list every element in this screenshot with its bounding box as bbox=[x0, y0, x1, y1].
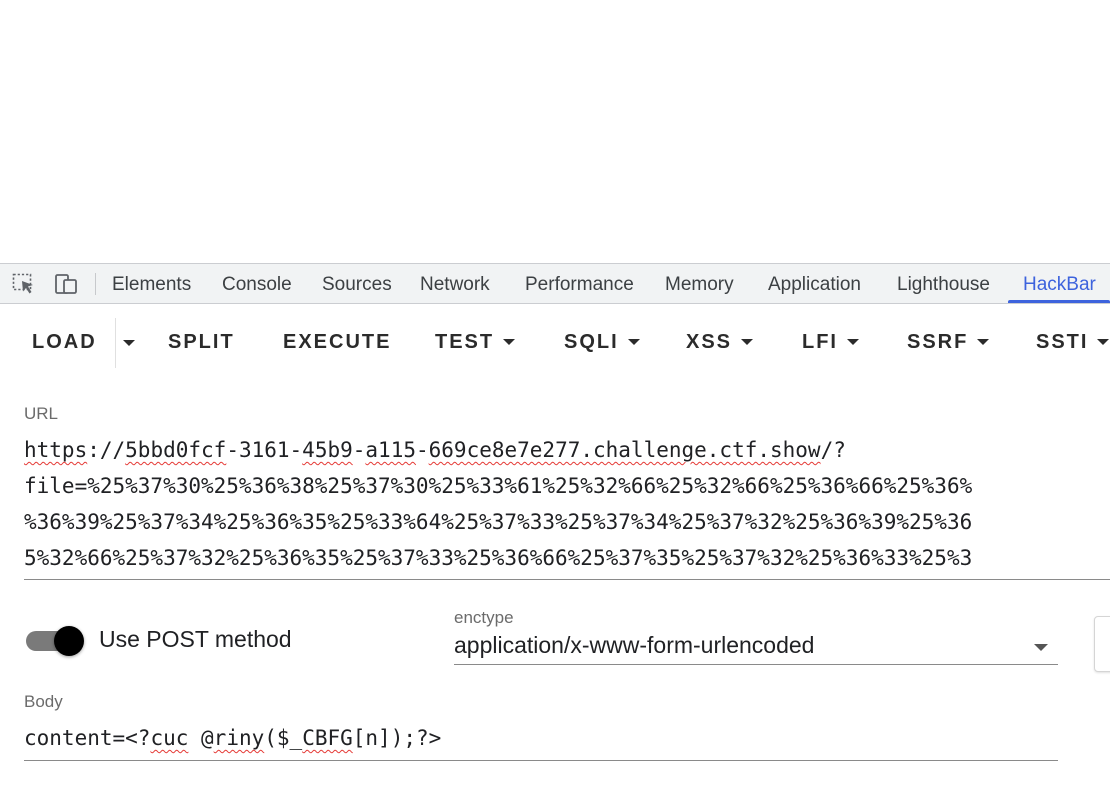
add-header-card[interactable] bbox=[1094, 616, 1110, 672]
body-label: Body bbox=[24, 692, 63, 711]
chevron-down-icon bbox=[1097, 339, 1110, 345]
chevron-down-icon bbox=[503, 339, 516, 345]
sqli-menu-button[interactable]: SQLI bbox=[564, 326, 640, 358]
tab-lighthouse[interactable]: Lighthouse bbox=[897, 264, 990, 303]
xss-menu-label: XSS bbox=[686, 331, 733, 353]
execute-button[interactable]: EXECUTE bbox=[283, 326, 391, 358]
split-button[interactable]: SPLIT bbox=[168, 326, 235, 358]
url-label: URL bbox=[24, 404, 59, 423]
post-method-toggle[interactable] bbox=[26, 626, 84, 656]
ssti-menu-label: SSTI bbox=[1036, 331, 1089, 353]
tab-performance[interactable]: Performance bbox=[525, 264, 634, 303]
url-line-1: https://5bbd0fcf-3161-45b9-a115-669ce8e7… bbox=[24, 438, 846, 462]
execute-button-label: EXECUTE bbox=[283, 331, 392, 353]
body-line-1: content=<?cuc @riny($_CBFG[n]);?> bbox=[24, 726, 442, 750]
active-tab-indicator bbox=[1008, 300, 1110, 303]
ssrf-menu-button[interactable]: SSRF bbox=[907, 326, 990, 358]
chevron-down-icon bbox=[741, 339, 754, 345]
chevron-down-icon bbox=[627, 339, 640, 345]
device-toolbar-icon[interactable] bbox=[54, 273, 78, 295]
enctype-label: enctype bbox=[454, 608, 514, 627]
tab-application[interactable]: Application bbox=[768, 264, 861, 303]
tab-hackbar[interactable]: HackBar bbox=[1023, 264, 1096, 303]
toggle-thumb bbox=[54, 626, 84, 656]
chevron-down-icon bbox=[1034, 644, 1048, 651]
url-line-3: %36%39%25%37%34%25%36%35%25%33%64%25%37%… bbox=[24, 510, 973, 534]
sqli-menu-label: SQLI bbox=[564, 331, 619, 353]
xss-menu-button[interactable]: XSS bbox=[686, 326, 754, 358]
lfi-menu-label: LFI bbox=[802, 331, 838, 353]
enctype-select[interactable]: application/x-www-form-urlencoded bbox=[454, 630, 1058, 665]
ssti-menu-button[interactable]: SSTI bbox=[1036, 326, 1110, 358]
tab-console[interactable]: Console bbox=[222, 264, 292, 303]
lfi-menu-button[interactable]: LFI bbox=[802, 326, 859, 358]
test-menu-button[interactable]: TEST bbox=[435, 326, 516, 358]
hackbar-toolbar: LOAD SPLIT EXECUTE TEST SQLI XSS LFI SSR… bbox=[0, 304, 1110, 380]
load-button-label: LOAD bbox=[32, 331, 97, 353]
tab-memory[interactable]: Memory bbox=[665, 264, 734, 303]
url-line-4: 5%32%66%25%37%32%25%36%35%25%37%33%25%36… bbox=[24, 546, 973, 570]
split-button-label: SPLIT bbox=[168, 331, 235, 353]
tab-sources[interactable]: Sources bbox=[322, 264, 392, 303]
enctype-selected-value: application/x-www-form-urlencoded bbox=[454, 632, 815, 658]
url-line-2: file=%25%37%30%25%36%38%25%37%30%25%33%6… bbox=[24, 474, 973, 498]
load-dropdown-icon[interactable] bbox=[123, 340, 135, 346]
test-menu-label: TEST bbox=[435, 331, 495, 353]
devtools-tabbar: Elements Console Sources Network Perform… bbox=[0, 263, 1110, 304]
load-button[interactable]: LOAD bbox=[32, 326, 97, 358]
chevron-down-icon bbox=[977, 339, 990, 345]
inspect-element-icon[interactable] bbox=[12, 273, 36, 295]
post-method-label: Use POST method bbox=[99, 626, 292, 652]
url-textarea[interactable]: https://5bbd0fcf-3161-45b9-a115-669ce8e7… bbox=[24, 432, 1110, 580]
page-viewport bbox=[0, 0, 1110, 263]
body-textarea[interactable]: content=<?cuc @riny($_CBFG[n]);?> bbox=[24, 720, 1058, 761]
chevron-down-icon bbox=[847, 339, 859, 345]
load-button-divider bbox=[115, 318, 116, 368]
tab-elements[interactable]: Elements bbox=[112, 264, 191, 303]
ssrf-menu-label: SSRF bbox=[907, 331, 969, 353]
tab-network[interactable]: Network bbox=[420, 264, 490, 303]
tabbar-divider bbox=[95, 273, 96, 295]
